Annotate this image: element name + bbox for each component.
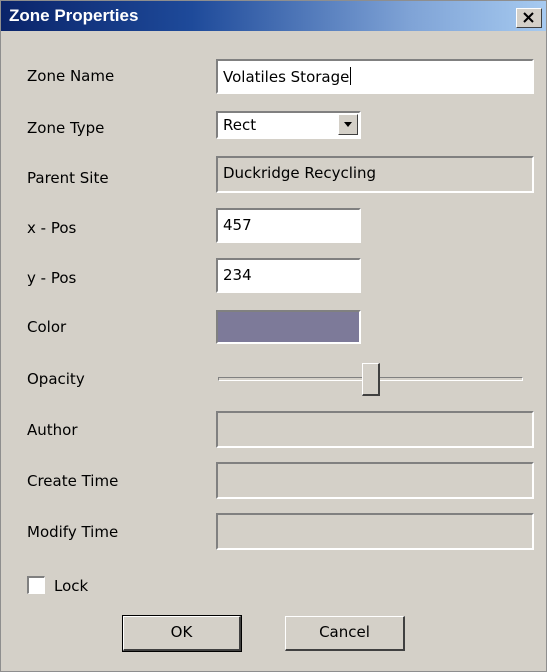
- create-time-label: Create Time: [27, 472, 119, 490]
- parent-site-value: Duckridge Recycling: [223, 164, 377, 182]
- color-label: Color: [27, 318, 67, 336]
- slider-thumb[interactable]: [362, 363, 380, 396]
- title-bar[interactable]: Zone Properties: [1, 1, 546, 31]
- ok-button[interactable]: OK: [122, 615, 242, 652]
- zone-type-dropdown-button[interactable]: [338, 114, 358, 135]
- parent-site-label: Parent Site: [27, 169, 109, 187]
- color-swatch[interactable]: [216, 310, 361, 344]
- cancel-button[interactable]: Cancel: [285, 616, 405, 651]
- opacity-slider[interactable]: [218, 363, 523, 397]
- lock-label[interactable]: Lock: [54, 577, 88, 595]
- text-caret: [350, 67, 352, 85]
- zone-name-value: Volatiles Storage: [223, 68, 350, 86]
- opacity-label: Opacity: [27, 370, 85, 388]
- parent-site-field: Duckridge Recycling: [216, 156, 534, 193]
- author-label: Author: [27, 421, 78, 439]
- create-time-field: [216, 462, 534, 499]
- modify-time-field: [216, 513, 534, 550]
- zone-name-input[interactable]: Volatiles Storage: [216, 59, 534, 94]
- lock-checkbox[interactable]: [27, 576, 45, 594]
- zone-type-label: Zone Type: [27, 119, 105, 137]
- dialog-title: Zone Properties: [9, 6, 139, 25]
- x-pos-value: 457: [223, 216, 252, 234]
- zone-name-label: Zone Name: [27, 67, 115, 85]
- zone-type-value: Rect: [223, 116, 257, 134]
- y-pos-label: y - Pos: [27, 269, 77, 287]
- close-icon: [523, 12, 534, 23]
- author-field: [216, 411, 534, 448]
- modify-time-label: Modify Time: [27, 523, 119, 541]
- y-pos-input[interactable]: 234: [216, 258, 361, 293]
- x-pos-input[interactable]: 457: [216, 208, 361, 243]
- zone-type-select[interactable]: Rect: [216, 111, 361, 139]
- x-pos-label: x - Pos: [27, 219, 77, 237]
- zone-properties-dialog: Zone Properties Zone Name Volatiles Stor…: [0, 0, 547, 672]
- chevron-down-icon: [344, 122, 352, 127]
- y-pos-value: 234: [223, 266, 252, 284]
- close-button[interactable]: [516, 8, 542, 28]
